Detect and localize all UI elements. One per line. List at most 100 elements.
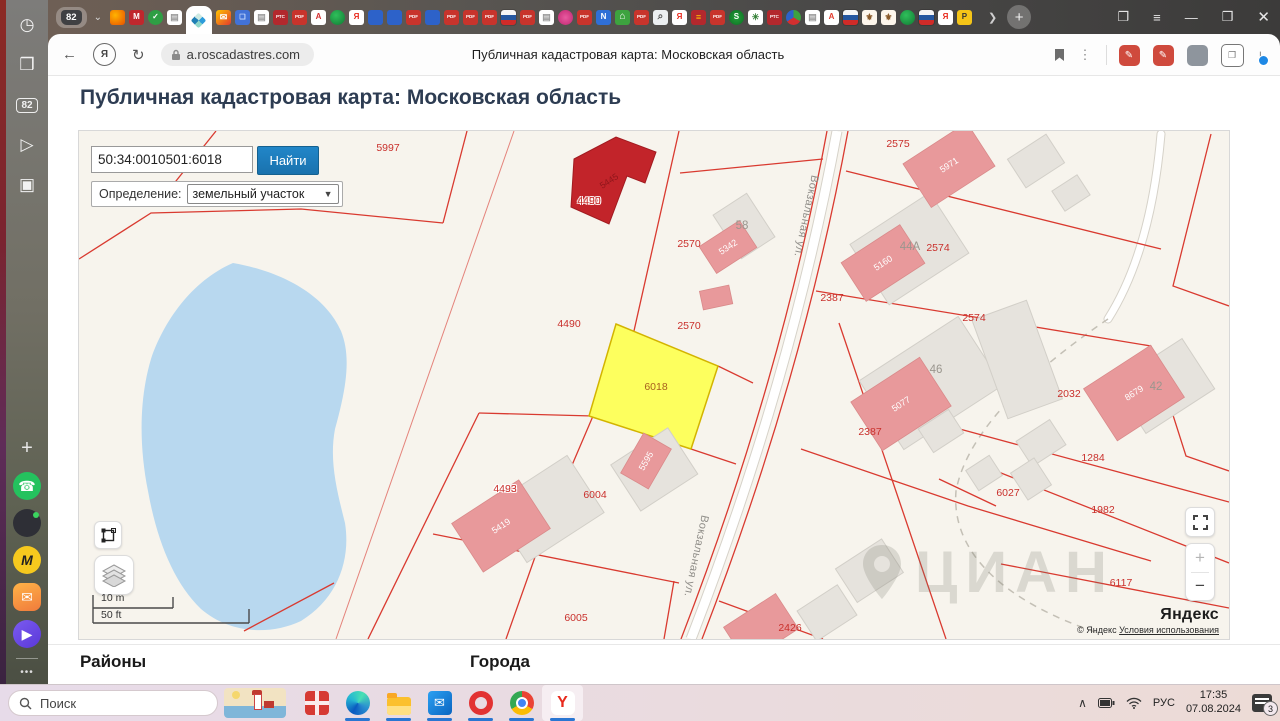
taskbar-app-edge[interactable] <box>337 685 378 721</box>
sidebar-item-alice[interactable]: ▶ <box>13 620 41 648</box>
clock[interactable]: 17:35 07.08.2024 <box>1186 689 1241 717</box>
back-icon[interactable]: ← <box>62 46 77 63</box>
terms-link[interactable]: Условия использования <box>1119 625 1219 635</box>
tab-favicon-pdf[interactable]: PDF <box>406 10 421 25</box>
tab-favicon-rts[interactable]: РТС <box>767 10 782 25</box>
extension-stamp-icon[interactable]: ✎ <box>1153 45 1174 66</box>
tab-favicon-yandex[interactable]: Я <box>938 10 953 25</box>
zoom-in-button[interactable]: + <box>1186 544 1214 572</box>
tab-overflow-chevron-icon[interactable]: ❯ <box>988 11 997 24</box>
measure-tool-button[interactable] <box>94 521 122 549</box>
cadastral-map[interactable]: ЦИАН 59974490449025702570601860046005449… <box>78 130 1230 640</box>
language-indicator[interactable]: РУС <box>1153 697 1175 709</box>
tab-favicon-pdf[interactable]: PDF <box>482 10 497 25</box>
extension-shield-icon[interactable] <box>1187 45 1208 66</box>
menu-icon[interactable]: ≡ <box>1153 10 1161 25</box>
tab-favicon-search-service[interactable]: ⌕ <box>653 10 668 25</box>
zoom-out-button[interactable]: − <box>1186 573 1214 601</box>
battery-icon[interactable] <box>1098 698 1115 708</box>
tab-favicon-yandex-mail[interactable]: ✉ <box>216 10 231 25</box>
tab-favicon-red-menu[interactable]: ≡ <box>691 10 706 25</box>
taskbar-app-yandex-browser[interactable]: Y <box>542 685 583 721</box>
layers-button[interactable] <box>94 555 134 595</box>
sidebar-panel-icon[interactable]: ❐ <box>1118 9 1130 25</box>
tab-favicon-navigator[interactable]: N <box>596 10 611 25</box>
taskbar-app-chrome[interactable] <box>501 685 542 721</box>
tab-favicon-cube[interactable]: ❑ <box>235 10 250 25</box>
minimize-button[interactable]: — <box>1185 10 1198 25</box>
tab-favicon-yandex[interactable]: Я <box>672 10 687 25</box>
tab-favicon-pdf[interactable]: PDF <box>520 10 535 25</box>
tab-favicon-check[interactable]: ✓ <box>148 10 163 25</box>
more-options-icon[interactable]: ⋮ <box>1079 47 1092 63</box>
sidebar-item-whatsapp[interactable]: ☎ <box>13 472 41 500</box>
refresh-icon[interactable]: ↻ <box>132 46 145 64</box>
tab-favicon-state-emblem[interactable]: ⚜ <box>862 10 877 25</box>
tray-expand-icon[interactable]: ∧ <box>1078 696 1087 710</box>
tab-favicon-ru-flag[interactable] <box>919 10 934 25</box>
sidebar-item-metro[interactable]: M <box>13 546 41 574</box>
tab-favicon-document[interactable]: ▤ <box>539 10 554 25</box>
tab-favicon-sber[interactable]: S <box>729 10 744 25</box>
tab-favicon-ru-flag[interactable] <box>501 10 516 25</box>
sidebar-item-history[interactable]: ◷ <box>12 10 42 40</box>
domain-pill[interactable]: a.roscadastres.com <box>161 43 314 66</box>
tab-favicon-yandex[interactable]: Я <box>349 10 364 25</box>
tab-favicon-acrobat[interactable]: A <box>311 10 326 25</box>
wifi-icon[interactable] <box>1126 697 1142 709</box>
taskbar-app-explorer[interactable] <box>378 685 419 721</box>
definition-select[interactable]: земельный участок ▼ <box>187 184 339 204</box>
tab-favicon-color-dots[interactable] <box>786 10 801 25</box>
tab-favicon-pdf[interactable]: PDF <box>710 10 725 25</box>
tab-favicon-green-service[interactable] <box>900 10 915 25</box>
tab-favicon-pdf[interactable]: PDF <box>634 10 649 25</box>
sidebar-item-dark-app[interactable] <box>13 509 41 537</box>
tab-favicon-blue-shield[interactable] <box>368 10 383 25</box>
extension-tabs-icon[interactable]: ❐ <box>1221 44 1244 67</box>
tab-favicon-green-service[interactable] <box>330 10 345 25</box>
sidebar-item-yandex-mail[interactable]: ✉ <box>13 583 41 611</box>
tab-favicon-wreath-emblem[interactable]: ✳ <box>748 10 763 25</box>
taskbar-app-opera[interactable] <box>460 685 501 721</box>
close-button[interactable]: ✕ <box>1257 8 1270 26</box>
fullscreen-button[interactable] <box>1185 507 1215 537</box>
tab-favicon-blue-shield[interactable] <box>425 10 440 25</box>
taskbar-app-gift[interactable] <box>296 685 337 721</box>
tab-counter[interactable]: 82 <box>56 7 87 28</box>
tab-favicon-cadastre-map-active[interactable] <box>186 6 212 34</box>
yandex-home-icon[interactable]: Я <box>93 43 116 66</box>
sidebar-item-screenshot[interactable]: ▣ <box>12 170 42 200</box>
bookmark-icon[interactable] <box>1054 48 1065 62</box>
taskbar-search[interactable]: Поиск <box>8 690 218 716</box>
weather-widget[interactable] <box>224 688 286 718</box>
tab-favicon-document[interactable]: ▤ <box>254 10 269 25</box>
sidebar-add-icon[interactable]: + <box>12 433 42 463</box>
tab-favicon-rts[interactable]: РТС <box>273 10 288 25</box>
tab-favicon-ru-flag[interactable] <box>843 10 858 25</box>
new-tab-button[interactable]: + <box>1007 5 1031 29</box>
tab-favicon-pdf[interactable]: PDF <box>444 10 459 25</box>
tab-favicon-blue-shield[interactable] <box>387 10 402 25</box>
sidebar-item-tab-count[interactable]: 82 <box>12 90 42 120</box>
notification-icon[interactable]: 3 <box>1252 694 1272 712</box>
sidebar-item-video-player[interactable]: ▷ <box>12 130 42 160</box>
tab-favicon-yellow-p[interactable]: P <box>957 10 972 25</box>
cadastral-search-input[interactable] <box>91 146 253 173</box>
tab-favicon-pink-service[interactable] <box>558 10 573 25</box>
maximize-button[interactable]: ❒ <box>1222 9 1234 25</box>
tab-favicon-state-emblem[interactable]: ⚜ <box>881 10 896 25</box>
tab-favicon-document[interactable]: ▤ <box>805 10 820 25</box>
downloads-icon[interactable]: ↓ <box>1257 47 1265 64</box>
sidebar-more-icon[interactable]: ••• <box>20 667 34 678</box>
tab-favicon-pdf[interactable]: PDF <box>463 10 478 25</box>
tab-favicon-document[interactable]: ▤ <box>167 10 182 25</box>
tab-favicon-pdf[interactable]: PDF <box>292 10 307 25</box>
tab-list-chevron-icon[interactable]: ⌄ <box>94 12 102 23</box>
extension-stamp-icon[interactable]: ✎ <box>1119 45 1140 66</box>
sidebar-item-tab-panel[interactable]: ❒ <box>12 50 42 80</box>
tab-favicon-avito[interactable]: А <box>824 10 839 25</box>
tab-favicon-pdf[interactable]: PDF <box>577 10 592 25</box>
tab-favicon-flame[interactable] <box>110 10 125 25</box>
tab-favicon-house-service[interactable]: ⌂ <box>615 10 630 25</box>
tab-favicon-restaurant[interactable]: М <box>129 10 144 25</box>
